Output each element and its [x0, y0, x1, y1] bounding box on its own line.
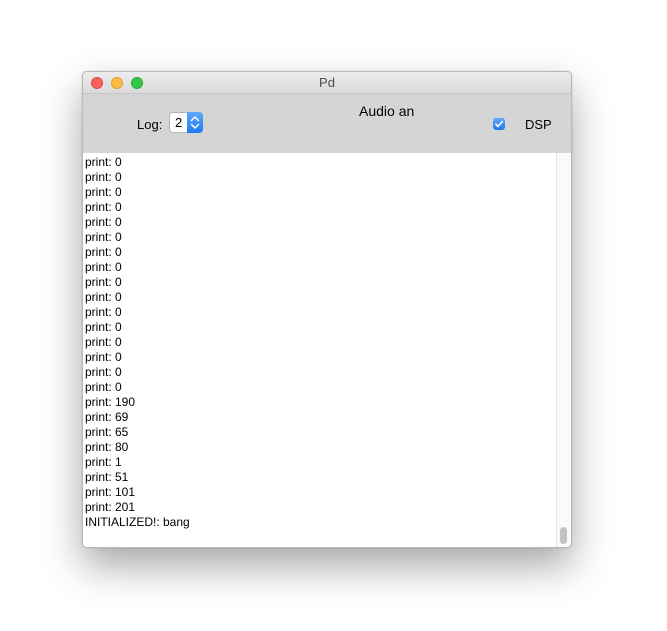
- console-line: print: 69: [85, 410, 129, 424]
- console-line: print: 0: [85, 335, 122, 349]
- console-line: print: 0: [85, 170, 122, 184]
- console-line: print: 51: [85, 470, 129, 484]
- console-line: print: 0: [85, 320, 122, 334]
- console-line: print: 0: [85, 380, 122, 394]
- console-line: print: 0: [85, 260, 122, 274]
- toolbar: Log: 2 Audio an DSP: [83, 94, 571, 153]
- pd-main-window: Pd Log: 2 Audio an DSP print: 0 print: 0p…: [82, 71, 572, 548]
- title-bar[interactable]: Pd: [83, 72, 571, 94]
- console-line: print: 0: [85, 200, 122, 214]
- audio-status-text: Audio an: [359, 103, 415, 119]
- console-line: print: 201: [85, 500, 136, 514]
- console-line: print: 0: [85, 155, 122, 169]
- console-line: print: 0: [85, 290, 122, 304]
- log-level-select[interactable]: 2: [169, 112, 203, 133]
- dsp-label: DSP: [525, 117, 552, 132]
- console-line: print: 65: [85, 425, 129, 439]
- console-line: print: 190: [85, 395, 136, 409]
- select-stepper[interactable]: [187, 112, 203, 133]
- console-output[interactable]: print: 0 print: 0 print: 0 print: 0 print: 0…: [83, 153, 556, 547]
- console-line: print: 0: [85, 245, 122, 259]
- console-line: INITIALIZED!: bang: [85, 515, 190, 529]
- console-line: print: 80: [85, 440, 129, 454]
- console-line: print: 0: [85, 275, 122, 289]
- log-level-label: Log:: [137, 117, 163, 132]
- checkmark-icon: [494, 120, 504, 128]
- scrollbar-thumb[interactable]: [560, 527, 567, 544]
- console-line-list: print: 0 print: 0 print: 0 print: 0 print: 0…: [85, 155, 190, 530]
- window-title: Pd: [319, 75, 335, 90]
- console-line: print: 1: [85, 455, 122, 469]
- dsp-checkbox[interactable]: [493, 118, 505, 130]
- console-line: print: 0: [85, 350, 122, 364]
- console-scrollbar[interactable]: [556, 153, 571, 547]
- log-level-value: 2: [175, 115, 183, 130]
- console-line: print: 0: [85, 185, 122, 199]
- up-down-chevron-icon: [190, 116, 200, 129]
- console-line: print: 0: [85, 215, 122, 229]
- console-line: print: 101: [85, 485, 136, 499]
- console-line: print: 0: [85, 365, 122, 379]
- console-line: print: 0: [85, 305, 122, 319]
- console-line: print: 0: [85, 230, 122, 244]
